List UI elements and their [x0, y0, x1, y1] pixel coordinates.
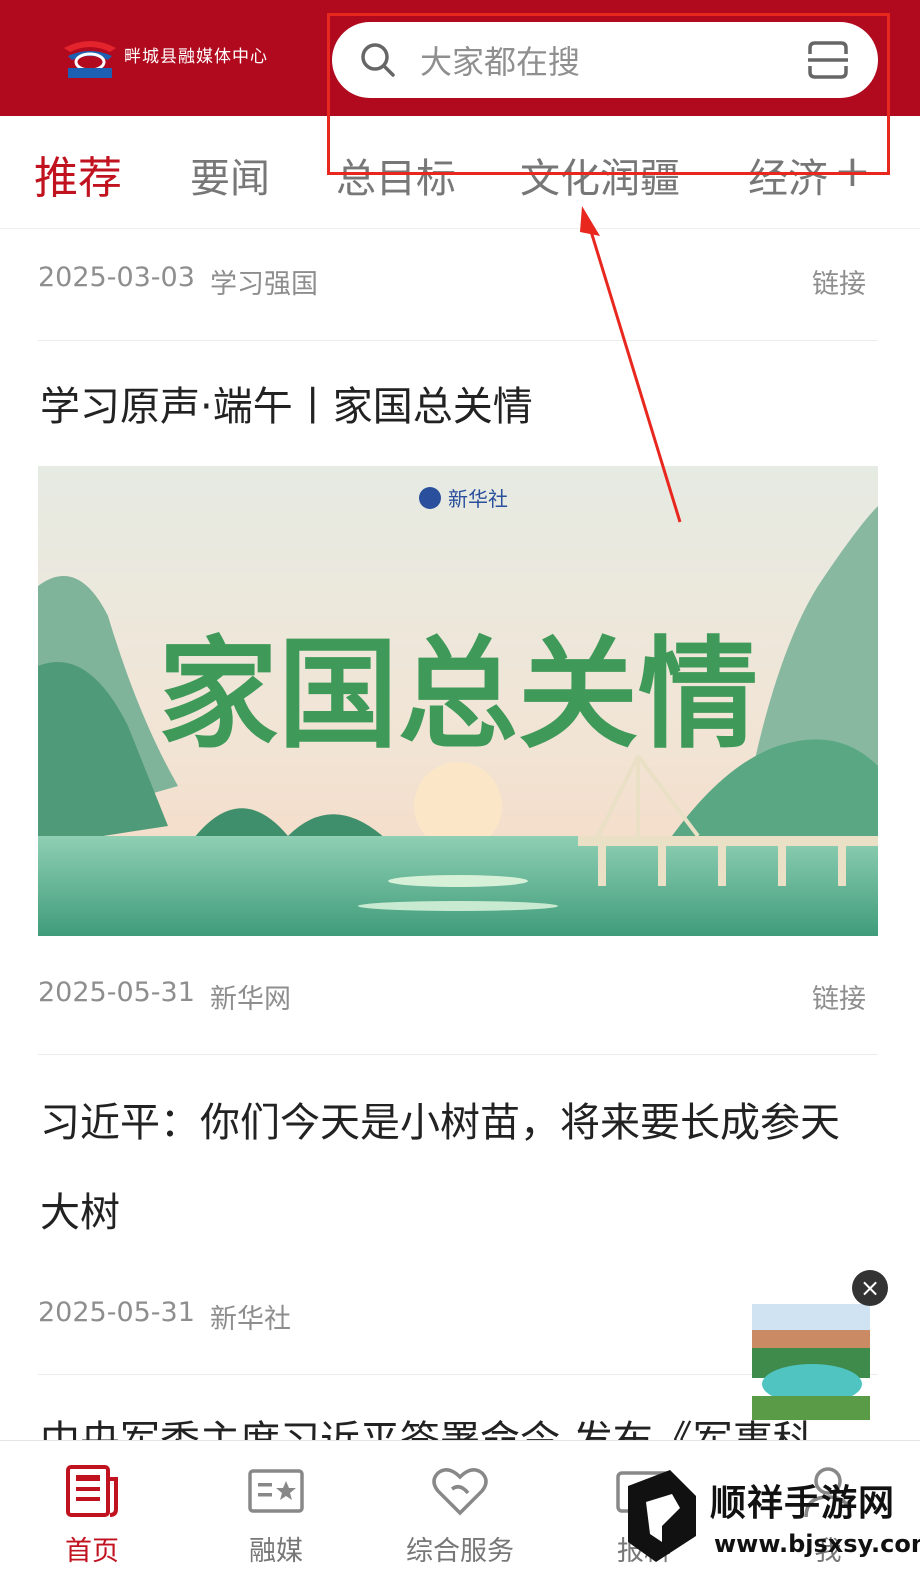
- watermark-logo-icon: [628, 1470, 696, 1562]
- item-link-tag: 链接: [812, 269, 866, 300]
- annotation-highlight-box: [327, 13, 890, 175]
- banner-headline: 家国总关情: [158, 624, 758, 765]
- banner-publisher: 新华社: [448, 487, 508, 511]
- tab-news[interactable]: 要闻: [190, 146, 270, 204]
- divider: [38, 340, 878, 341]
- item-title: 学习原声·端午丨家国总关情: [40, 384, 533, 430]
- news-icon: [66, 1465, 118, 1517]
- nav-label: 融媒: [249, 1536, 303, 1567]
- item-date: 2025-05-31: [38, 977, 195, 1008]
- item-source: 新华社: [210, 1304, 291, 1335]
- item-source: 学习强国: [210, 269, 318, 300]
- nav-media[interactable]: 融媒: [184, 1441, 368, 1579]
- site-watermark: 顺祥手游网 www.bjsxsy.com: [622, 1462, 920, 1578]
- nav-label: 首页: [65, 1536, 119, 1567]
- floating-ad-image[interactable]: [752, 1304, 870, 1420]
- item-date: 2025-05-31: [38, 1297, 195, 1328]
- item-banner-image: 新华社 家国总关情: [38, 466, 878, 936]
- logo-emblem-icon: [64, 41, 116, 78]
- item-title: 习近平：你们今天是小树苗，将来要长成参天大树: [40, 1100, 840, 1236]
- divider: [38, 1054, 878, 1055]
- media-card-icon: [248, 1469, 304, 1513]
- tab-recommend[interactable]: 推荐: [34, 142, 122, 206]
- nav-home[interactable]: 首页: [0, 1441, 184, 1579]
- item-date: 2025-03-03: [38, 262, 195, 293]
- item-link-tag: 链接: [812, 984, 866, 1015]
- heart-service-icon: [432, 1468, 488, 1516]
- app-logo[interactable]: 畔城县融媒体中心: [60, 38, 272, 80]
- watermark-text: 顺祥手游网: [710, 1483, 896, 1524]
- item-source: 新华网: [210, 984, 291, 1015]
- nav-services[interactable]: 综合服务: [368, 1441, 552, 1579]
- logo-text: 畔城县融媒体中心: [124, 47, 268, 67]
- watermark-url: www.bjsxsy.com: [714, 1530, 920, 1558]
- nav-label: 综合服务: [406, 1536, 514, 1567]
- close-ad-button[interactable]: ×: [852, 1270, 888, 1306]
